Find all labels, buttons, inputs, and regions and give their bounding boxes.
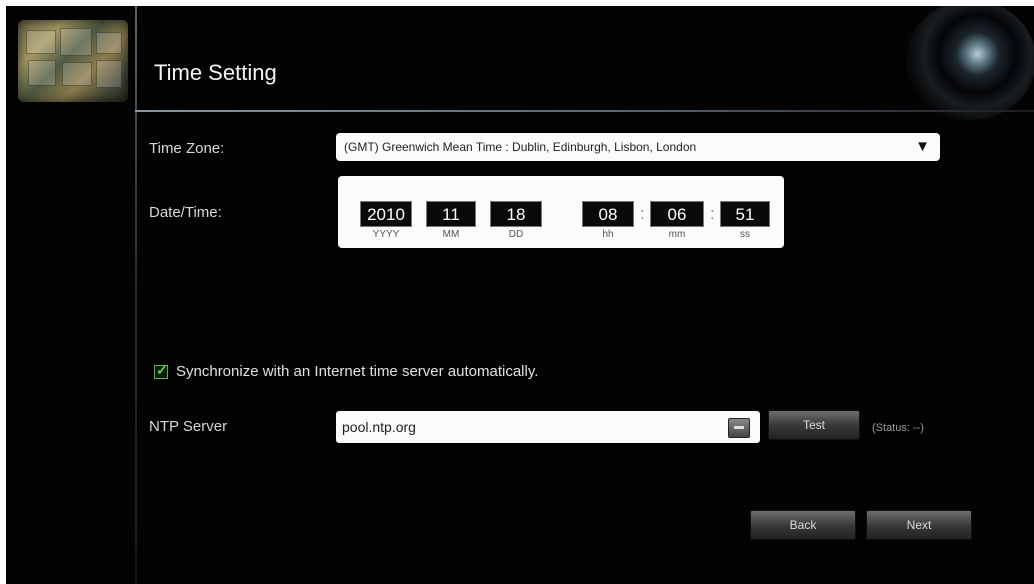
minute-unit: mm xyxy=(668,229,686,240)
time-zone-value: (GMT) Greenwich Mean Time : Dublin, Edin… xyxy=(344,140,697,154)
time-separator: : xyxy=(710,204,715,223)
minute-field[interactable]: 06 xyxy=(650,201,704,227)
hour-field[interactable]: 08 xyxy=(582,201,634,227)
time-separator: : xyxy=(640,204,645,223)
month-unit: MM xyxy=(442,229,460,240)
ntp-server-label: NTP Server xyxy=(149,418,228,435)
second-field[interactable]: 51 xyxy=(720,201,770,227)
year-field[interactable]: 2010 xyxy=(360,201,412,227)
time-zone-label: Time Zone: xyxy=(149,140,225,157)
hour-unit: hh xyxy=(602,229,614,240)
check-icon: ✓ xyxy=(156,362,168,378)
sync-checkbox[interactable]: ✓ xyxy=(154,362,168,379)
ntp-status: (Status: --) xyxy=(872,422,924,434)
date-time-panel: 2010 11 18 08 : 06 : 51 YYYY MM DD hh mm… xyxy=(338,176,784,248)
next-button[interactable]: Next xyxy=(866,510,972,540)
day-field[interactable]: 18 xyxy=(490,201,542,227)
sync-label: Synchronize with an Internet time server… xyxy=(176,363,539,380)
vertical-divider xyxy=(135,6,137,584)
setup-screen: Time Setting Time Zone: (GMT) Greenwich … xyxy=(6,6,1034,584)
date-time-label: Date/Time: xyxy=(149,204,222,221)
month-field[interactable]: 11 xyxy=(426,201,476,227)
second-unit: ss xyxy=(740,229,750,240)
year-unit: YYYY xyxy=(372,229,400,240)
page-title: Time Setting xyxy=(154,60,277,85)
header-divider xyxy=(135,110,1034,112)
day-unit: DD xyxy=(508,229,524,240)
camera-lens-decoration xyxy=(906,6,1034,120)
test-button[interactable]: Test xyxy=(768,410,860,440)
camera-thumbnail-image xyxy=(18,20,128,102)
triangle-down-icon: ▼ xyxy=(915,138,930,155)
time-zone-select[interactable]: (GMT) Greenwich Mean Time : Dublin, Edin… xyxy=(336,133,940,161)
ntp-server-input[interactable]: pool.ntp.org xyxy=(336,411,760,443)
dropdown-icon[interactable] xyxy=(728,418,750,438)
back-button[interactable]: Back xyxy=(750,510,856,540)
